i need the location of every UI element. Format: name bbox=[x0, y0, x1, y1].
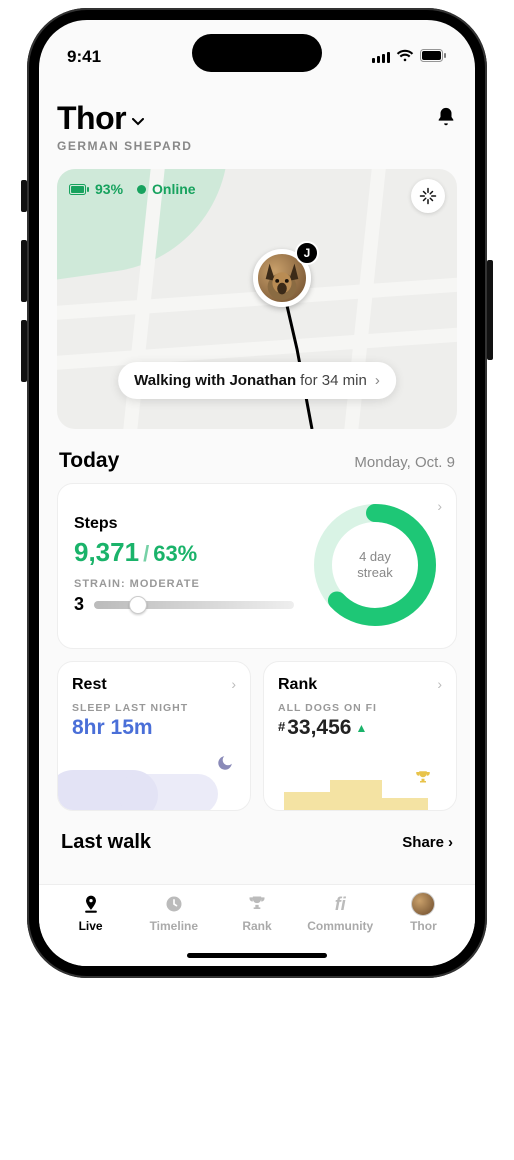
rest-title: Rest bbox=[72, 676, 236, 694]
dynamic-island bbox=[192, 34, 322, 72]
pet-breed: GERMAN SHEPARD bbox=[57, 139, 192, 153]
progress-ring: 4 day streak bbox=[310, 500, 440, 630]
last-walk-heading: Last walk bbox=[61, 831, 151, 854]
trend-up-icon: ▲ bbox=[355, 721, 367, 735]
walker-badge: J bbox=[295, 241, 319, 265]
tab-pet[interactable]: Thor bbox=[382, 893, 465, 966]
walk-status-time: for 34 min bbox=[300, 372, 367, 389]
strain-slider[interactable] bbox=[94, 601, 294, 609]
rest-value: 8hr 15m bbox=[72, 716, 236, 740]
walk-status-main: Walking with Jonathan bbox=[134, 372, 296, 389]
cellular-icon bbox=[372, 51, 390, 63]
rank-illustration bbox=[264, 764, 456, 810]
rank-hash: # bbox=[278, 719, 285, 734]
fi-logo-icon: fi bbox=[335, 893, 346, 915]
steps-card[interactable]: › Steps 9,371 / 63% STRAIN: MODERATE 3 bbox=[57, 483, 457, 649]
streak-line2: streak bbox=[357, 565, 392, 581]
chevron-right-icon: › bbox=[448, 834, 453, 851]
chevron-down-icon bbox=[132, 113, 144, 129]
rank-value: 33,456 bbox=[287, 716, 351, 740]
chevron-right-icon: › bbox=[437, 676, 442, 692]
bell-icon bbox=[435, 106, 457, 128]
steps-title: Steps bbox=[74, 515, 294, 533]
today-date: Monday, Oct. 9 bbox=[354, 454, 455, 471]
clock-icon bbox=[164, 893, 184, 915]
rank-sub: ALL DOGS ON FI bbox=[278, 702, 442, 714]
rest-sub: SLEEP LAST NIGHT bbox=[72, 702, 236, 714]
trophy-icon bbox=[414, 769, 432, 792]
pet-avatar-icon bbox=[411, 892, 435, 916]
rank-card[interactable]: › Rank ALL DOGS ON FI # 33,456 ▲ bbox=[263, 661, 457, 811]
screen: 9:41 Thor bbox=[39, 20, 475, 966]
wifi-icon bbox=[396, 47, 414, 67]
battery-icon bbox=[420, 47, 447, 67]
steps-percent: 63% bbox=[153, 541, 197, 567]
moon-icon bbox=[216, 754, 234, 772]
home-indicator[interactable] bbox=[187, 953, 327, 958]
tab-live[interactable]: Live bbox=[49, 893, 132, 966]
notifications-button[interactable] bbox=[435, 106, 457, 128]
walk-status-pill[interactable]: Walking with Jonathan for 34 min › bbox=[118, 362, 396, 399]
pet-name: Thor bbox=[57, 100, 126, 137]
status-time: 9:41 bbox=[67, 47, 101, 67]
trophy-icon bbox=[247, 893, 267, 915]
phone-frame: 9:41 Thor bbox=[27, 8, 487, 978]
slider-knob[interactable] bbox=[129, 596, 147, 614]
chevron-right-icon: › bbox=[231, 676, 236, 692]
map-card[interactable]: 93% Online bbox=[57, 169, 457, 429]
today-heading: Today bbox=[59, 449, 119, 473]
rest-card[interactable]: › Rest SLEEP LAST NIGHT 8hr 15m bbox=[57, 661, 251, 811]
pet-selector[interactable]: Thor bbox=[57, 100, 192, 137]
streak-line1: 4 day bbox=[359, 549, 391, 565]
strain-value: 3 bbox=[74, 594, 84, 615]
steps-count: 9,371 bbox=[74, 537, 139, 568]
location-pin-icon bbox=[81, 893, 101, 915]
rank-title: Rank bbox=[278, 676, 442, 694]
chevron-right-icon: › bbox=[375, 372, 380, 389]
strain-label: STRAIN: MODERATE bbox=[74, 578, 294, 590]
share-button[interactable]: Share › bbox=[402, 834, 453, 851]
